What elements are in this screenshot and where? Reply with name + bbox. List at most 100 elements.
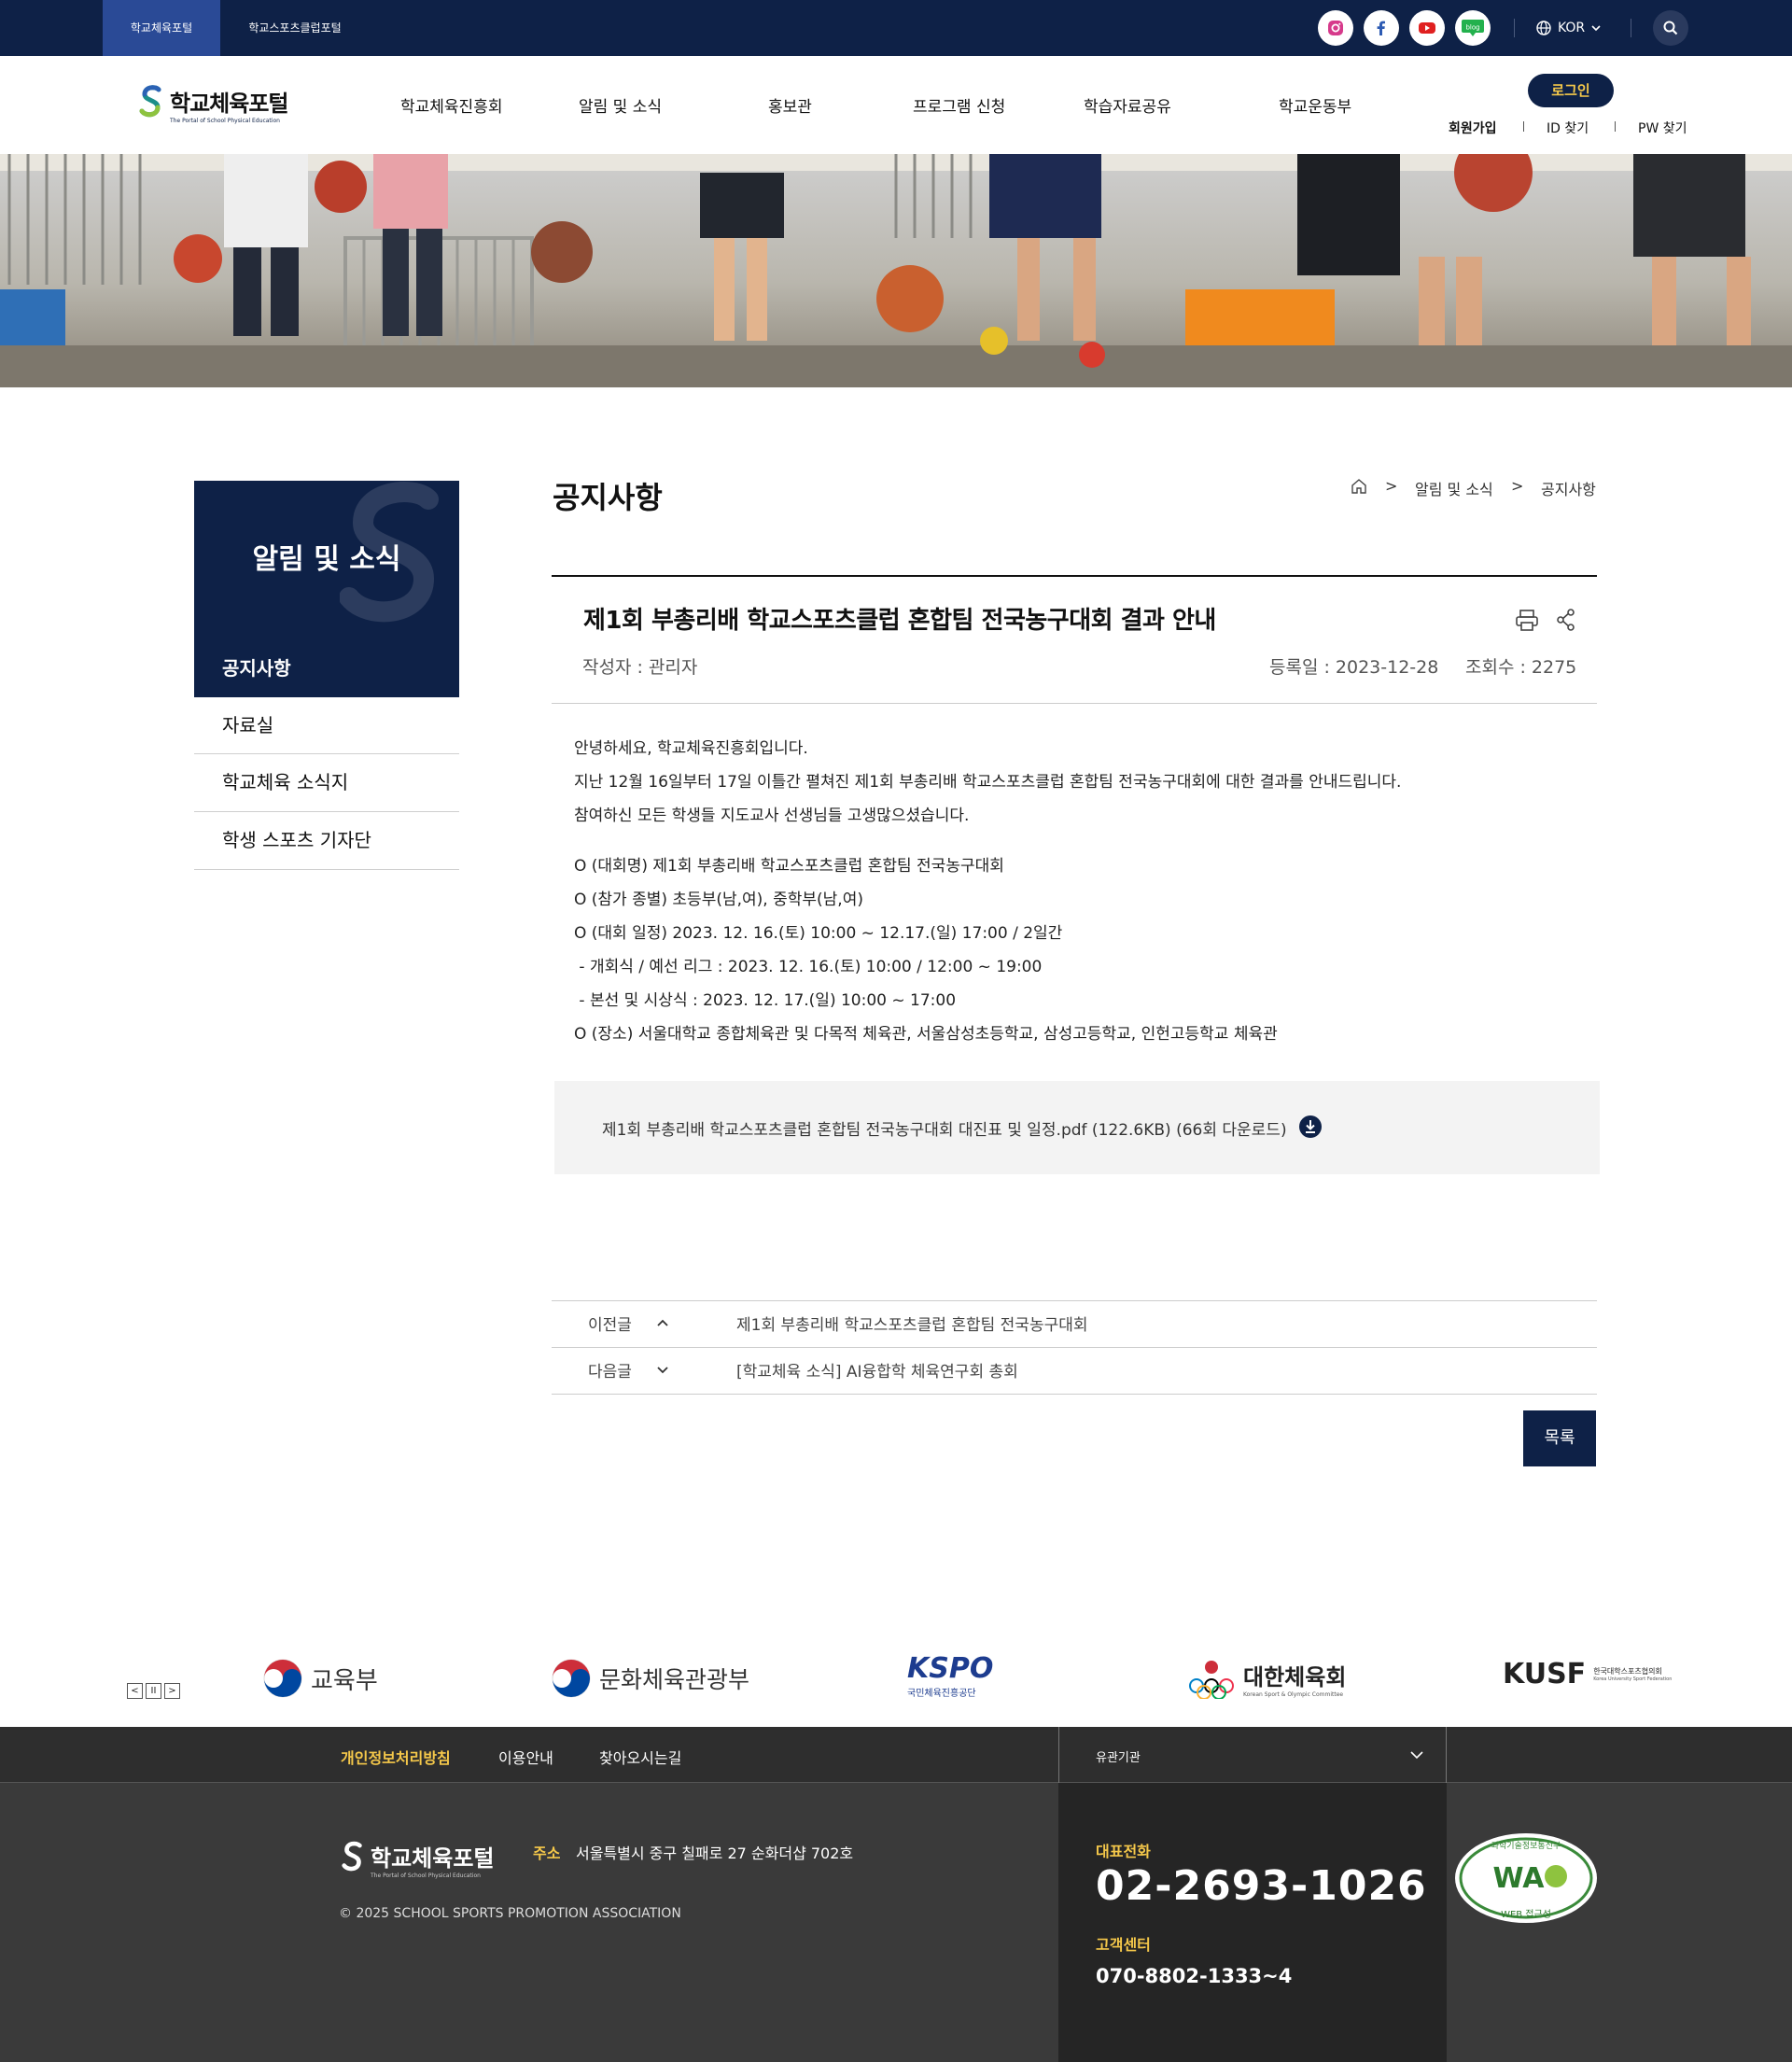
post-date: 등록일 : 2023-12-28 bbox=[1269, 657, 1439, 678]
sidebar-title: 알림 및 소식 bbox=[194, 481, 459, 639]
logo-name: 학교체육포털 bbox=[170, 91, 288, 117]
login-button[interactable]: 로그인 bbox=[1528, 74, 1614, 107]
post-body-line: - 개회식 / 예선 리그 : 2023. 12. 16.(토) 10:00 /… bbox=[574, 958, 1043, 976]
partner-logo-subtext: Korean Sport & Olympic Committee bbox=[1243, 1691, 1344, 1698]
customer-center-number: 070-8802-1333~4 bbox=[1096, 1965, 1293, 1987]
list-button[interactable]: 목록 bbox=[1523, 1410, 1596, 1466]
print-icon[interactable] bbox=[1514, 607, 1540, 633]
nav-item[interactable]: 알림 및 소식 bbox=[579, 93, 662, 117]
partner-logo-strip: < II > 교육부 문화체육관광부 KSPO 국민체육진흥공단 대한체육회 K… bbox=[0, 1624, 1792, 1727]
tab-school-pe-portal[interactable]: 학교체육포털 bbox=[103, 0, 220, 56]
post-views: 조회수 : 2275 bbox=[1465, 657, 1577, 678]
partner-next-button[interactable]: > bbox=[164, 1683, 180, 1699]
facebook-icon[interactable] bbox=[1364, 10, 1399, 46]
related-orgs-select[interactable]: 유관기관 bbox=[1058, 1727, 1447, 1783]
partner-logo-text: KUSF bbox=[1503, 1658, 1587, 1690]
instagram-icon[interactable] bbox=[1318, 10, 1353, 46]
nav-item[interactable]: 프로그램 신청 bbox=[913, 93, 1005, 117]
nav-item[interactable]: 학교운동부 bbox=[1279, 93, 1351, 117]
nav-item[interactable]: 학교체육진흥회 bbox=[400, 93, 502, 117]
directions-link[interactable]: 찾아오시는길 bbox=[599, 1746, 681, 1768]
olympic-rings-icon bbox=[1189, 1661, 1234, 1699]
prev-post-link[interactable]: 제1회 부총리배 학교스포츠클럽 혼합팀 전국농구대회 bbox=[736, 1312, 1088, 1335]
attachment-link[interactable]: 제1회 부총리배 학교스포츠클럽 혼합팀 전국농구대회 대진표 및 일정.pdf… bbox=[602, 1116, 1287, 1140]
post-top-divider bbox=[552, 575, 1597, 577]
partner-pause-button[interactable]: II bbox=[146, 1683, 161, 1699]
partner-logo-subtext: 국민체육진흥공단 bbox=[907, 1689, 976, 1699]
site-header: 학교체육포털 The Portal of School Physical Edu… bbox=[0, 56, 1792, 154]
blog-icon[interactable]: blog bbox=[1455, 10, 1491, 46]
share-icon[interactable] bbox=[1553, 607, 1579, 633]
home-icon[interactable] bbox=[1351, 478, 1367, 495]
find-id-link[interactable]: ID 찾기 bbox=[1547, 119, 1589, 137]
sidebar-item-notice[interactable]: 공지사항 bbox=[194, 639, 459, 697]
partner-logo-subtext: Korea University Sport Federation bbox=[1593, 1676, 1673, 1682]
nav-item[interactable]: 학습자료공유 bbox=[1084, 93, 1171, 117]
customer-center-label: 고객센터 bbox=[1096, 1936, 1151, 1954]
post-body-line: 참여하신 모든 학생들 지도교사 선생님들 고생많으셨습니다. bbox=[574, 807, 970, 825]
partner-logo-text: 대한체육회 bbox=[1243, 1664, 1347, 1690]
partner-logo-mcst[interactable]: 문화체육관광부 bbox=[551, 1658, 749, 1699]
web-accessibility-badge-icon: 과학기술정보통신부 WA WEB 접근성 bbox=[1455, 1833, 1597, 1923]
site-logo[interactable]: 학교체육포털 The Portal of School Physical Edu… bbox=[138, 84, 288, 125]
next-post-link[interactable]: [학교체육 소식] AI융합학 체육연구회 총회 bbox=[736, 1358, 1018, 1382]
logo-watermark-icon bbox=[340, 482, 439, 623]
post-title: 제1회 부총리배 학교스포츠클럽 혼합팀 전국농구대회 결과 안내 bbox=[583, 607, 1216, 635]
post-body-line: O (장소) 서울대학교 종합체육관 및 다목적 체육관, 서울삼성초등학교, … bbox=[574, 1025, 1278, 1044]
post-nav-divider bbox=[552, 1300, 1597, 1301]
post-header-divider bbox=[552, 703, 1597, 704]
partner-logo-kspo[interactable]: KSPO 국민체육진흥공단 bbox=[907, 1652, 993, 1699]
tab-school-sports-club-portal[interactable]: 학교스포츠클럽포털 bbox=[220, 0, 370, 56]
next-post-label: 다음글 bbox=[588, 1363, 632, 1382]
taegeuk-icon bbox=[263, 1659, 302, 1698]
sidebar-item-archive[interactable]: 자료실 bbox=[194, 697, 459, 753]
find-pw-link[interactable]: PW 찾기 bbox=[1638, 119, 1687, 137]
copyright-text: © 2025 SCHOOL SPORTS PROMOTION ASSOCIATI… bbox=[339, 1906, 681, 1921]
breadcrumb-separator: > bbox=[1511, 477, 1524, 495]
partner-logo-text: 문화체육관광부 bbox=[599, 1666, 750, 1693]
breadcrumb-item[interactable]: 알림 및 소식 bbox=[1415, 477, 1493, 499]
logo-subtitle: The Portal of School Physical Education bbox=[170, 118, 280, 124]
chevron-down-icon bbox=[657, 1367, 668, 1374]
partner-logo-moe[interactable]: 교육부 bbox=[262, 1658, 378, 1699]
post-body-line: O (참가 종별) 초등부(남,여), 중학부(남,여) bbox=[574, 891, 863, 909]
logo-mark-icon bbox=[139, 85, 161, 118]
related-orgs-label: 유관기관 bbox=[1096, 1751, 1141, 1765]
sidebar-item-student-reporters[interactable]: 학생 스포츠 기자단 bbox=[194, 812, 459, 869]
topbar-divider bbox=[1514, 19, 1515, 37]
badge-web-accessibility-text: WEB 접근성 bbox=[1501, 1909, 1551, 1920]
main-phone-number: 02-2693-1026 bbox=[1096, 1862, 1427, 1910]
partner-logo-sports-council[interactable]: 대한체육회 Korean Sport & Olympic Committee bbox=[1187, 1658, 1346, 1699]
chevron-down-icon bbox=[1591, 25, 1601, 32]
chevron-up-icon bbox=[657, 1319, 668, 1326]
contact-panel: 대표전화 02-2693-1026 고객센터 070-8802-1333~4 bbox=[1058, 1783, 1447, 2062]
link-separator bbox=[1523, 121, 1524, 132]
download-icon[interactable] bbox=[1298, 1115, 1323, 1139]
post-author: 작성자 : 관리자 bbox=[582, 657, 698, 678]
youtube-icon[interactable] bbox=[1409, 10, 1445, 46]
address-label: 주소 bbox=[533, 1845, 561, 1862]
sidebar-item-newsletter[interactable]: 학교체육 소식지 bbox=[194, 754, 459, 811]
partner-logo-text: 교육부 bbox=[311, 1666, 378, 1695]
language-label: KOR bbox=[1558, 21, 1586, 35]
taegeuk-icon bbox=[552, 1659, 591, 1698]
post-body-line: 지난 12월 16일부터 17일 이틀간 펼쳐진 제1회 부총리배 학교스포츠클… bbox=[574, 773, 1402, 792]
language-selector[interactable]: KOR bbox=[1535, 0, 1602, 56]
signup-link[interactable]: 회원가입 bbox=[1449, 119, 1497, 137]
link-separator bbox=[1615, 121, 1616, 132]
nav-item[interactable]: 홍보관 bbox=[768, 93, 812, 117]
chevron-down-icon bbox=[1410, 1751, 1423, 1760]
footer-link-bar: 개인정보처리방침 이용안내 찾아오시는길 유관기관 bbox=[0, 1727, 1792, 1783]
logo-mark-icon bbox=[342, 1841, 362, 1872]
privacy-policy-link[interactable]: 개인정보처리방침 bbox=[341, 1746, 451, 1768]
partner-logo-kusf[interactable]: KUSF 한국대학스포츠협의회 Korea University Sport F… bbox=[1503, 1658, 1672, 1690]
breadcrumb-item[interactable]: 공지사항 bbox=[1541, 477, 1596, 499]
sidebar-divider bbox=[194, 869, 459, 870]
breadcrumb-separator: > bbox=[1385, 477, 1398, 495]
top-utility-bar: 학교체육포털 학교스포츠클럽포털 blog KOR bbox=[0, 0, 1792, 56]
prev-post-label: 이전글 bbox=[588, 1316, 632, 1335]
search-button[interactable] bbox=[1653, 10, 1688, 46]
usage-guide-link[interactable]: 이용안내 bbox=[498, 1746, 553, 1768]
partner-prev-button[interactable]: < bbox=[127, 1683, 143, 1699]
hero-banner-image bbox=[0, 154, 1792, 387]
